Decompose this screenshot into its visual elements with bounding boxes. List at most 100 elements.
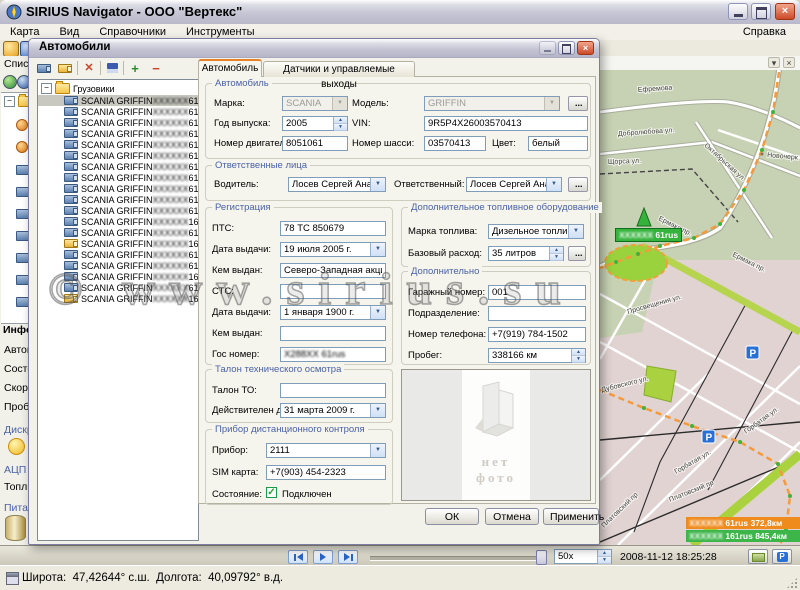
spinner-arrows-icon[interactable]: ▲▼ bbox=[571, 349, 585, 362]
chevron-down-icon[interactable]: ▼ bbox=[544, 97, 559, 110]
tree-item[interactable]: SCANIA GRIFFIN ХХХХХХ 61rus bbox=[38, 106, 198, 117]
phone-input[interactable] bbox=[488, 327, 586, 342]
ok-button[interactable]: ОК bbox=[425, 508, 479, 525]
tree-item[interactable]: SCANIA GRIFFIN ХХХХХХ 161rus bbox=[38, 238, 198, 249]
tree-item[interactable]: SCANIA GRIFFIN ХХХХХХ 61rus bbox=[38, 194, 198, 205]
valid-until-date-picker[interactable]: 31 марта 2009 г.▼ bbox=[280, 403, 386, 418]
tree-item[interactable]: SCANIA GRIFFIN ХХХХХХ 61rus bbox=[38, 139, 198, 150]
delete-icon[interactable]: ✕ bbox=[81, 61, 97, 75]
spinner-arrows-icon[interactable]: ▲▼ bbox=[597, 550, 611, 563]
division-input[interactable] bbox=[488, 306, 586, 321]
add-vehicle-icon[interactable] bbox=[58, 61, 74, 75]
inspection-ticket-input[interactable] bbox=[280, 383, 386, 398]
color-input[interactable] bbox=[528, 136, 588, 151]
timeline-slider[interactable] bbox=[370, 556, 545, 561]
save-icon[interactable] bbox=[104, 61, 120, 75]
parking-marker[interactable]: P bbox=[702, 430, 715, 444]
chevron-down-icon[interactable]: ▼ bbox=[332, 97, 347, 110]
tree-item[interactable]: SCANIA GRIFFIN ХХХХХХ 61rus bbox=[38, 95, 198, 106]
tab-sensors[interactable]: Датчики и управляемые выходы bbox=[263, 61, 415, 77]
map-panel[interactable]: P P ЕфремоваДобролюбова ул.Щорса ул.Октя… bbox=[600, 70, 800, 545]
persons-browse-button[interactable] bbox=[568, 177, 588, 192]
collapse-icon[interactable] bbox=[41, 83, 52, 94]
tab-vehicle[interactable]: Автомобиль bbox=[198, 59, 262, 77]
play-button[interactable] bbox=[313, 550, 333, 564]
sts-input[interactable] bbox=[280, 284, 386, 299]
chevron-down-icon[interactable]: ▼ bbox=[568, 225, 583, 238]
tree-item[interactable]: SCANIA GRIFFIN ХХХХХХ 61rus bbox=[38, 260, 198, 271]
plate-number-input[interactable]: Х288ХХ 61rus bbox=[280, 347, 386, 362]
add-icon[interactable]: + bbox=[127, 61, 143, 75]
dialog-maximize-button[interactable] bbox=[558, 41, 575, 55]
tree-item[interactable]: SCANIA GRIFFIN ХХХХХХ 61rus bbox=[38, 249, 198, 260]
mileage-stepper[interactable]: ▲▼ bbox=[488, 348, 586, 363]
menu-help[interactable]: Справка bbox=[743, 25, 786, 39]
chevron-down-icon[interactable]: ▼ bbox=[370, 178, 385, 191]
sim-card-input[interactable] bbox=[266, 465, 386, 480]
expand-icon[interactable] bbox=[4, 96, 15, 107]
connected-checkbox[interactable] bbox=[266, 487, 277, 498]
parking-icon-button[interactable]: P bbox=[772, 549, 792, 564]
chevron-down-icon[interactable]: ▼ bbox=[370, 404, 385, 417]
close-button[interactable]: × bbox=[775, 3, 795, 20]
dialog-close-button[interactable]: × bbox=[577, 41, 594, 55]
sts-issuer-input[interactable] bbox=[280, 326, 386, 341]
chevron-down-icon[interactable]: ▼ bbox=[370, 243, 385, 256]
cancel-button[interactable]: Отмена bbox=[485, 508, 539, 525]
chassis-number-input[interactable] bbox=[424, 136, 486, 151]
skip-back-button[interactable] bbox=[288, 550, 308, 564]
pan-tool-icon[interactable] bbox=[3, 41, 19, 57]
map-close-icon[interactable]: × bbox=[783, 57, 795, 68]
timeline-slider-thumb[interactable] bbox=[536, 550, 547, 565]
tree-item[interactable]: SCANIA GRIFFIN ХХХХХХ 61rus bbox=[38, 161, 198, 172]
model-browse-button[interactable] bbox=[568, 96, 588, 111]
sidebar-tree-root[interactable]: Грузовики bbox=[1, 93, 29, 108]
dialog-minimize-button[interactable] bbox=[539, 41, 556, 55]
tree-item[interactable]: SCANIA GRIFFIN ХХХХХХ 161rus bbox=[38, 271, 198, 282]
chevron-down-icon[interactable]: ▼ bbox=[370, 444, 385, 457]
tree-item[interactable]: SCANIA GRIFFIN ХХХХХХ 61rus bbox=[38, 282, 198, 293]
vehicle-tree[interactable]: Грузовики SCANIA GRIFFIN ХХХХХХ 61rusSCA… bbox=[37, 79, 199, 541]
pts-input[interactable] bbox=[280, 221, 386, 236]
fuel-type-select[interactable]: Дизельное топливо▼ bbox=[488, 224, 584, 239]
consumption-stepper[interactable]: ▲▼ bbox=[488, 246, 564, 261]
chevron-down-icon[interactable]: ▼ bbox=[546, 178, 561, 191]
vin-input[interactable] bbox=[424, 116, 588, 131]
playback-speed-stepper[interactable]: ▲▼ bbox=[554, 549, 612, 564]
map[interactable]: P P ЕфремоваДобролюбова ул.Щорса ул.Октя… bbox=[600, 70, 800, 545]
spinner-arrows-icon[interactable]: ▲▼ bbox=[549, 247, 563, 260]
mileage-input[interactable] bbox=[489, 349, 571, 362]
make-select[interactable]: SCANIA▼ bbox=[282, 96, 348, 111]
sidebar-vehicle-tree[interactable]: Грузовики bbox=[1, 92, 29, 324]
minimize-button[interactable] bbox=[728, 3, 748, 20]
device-select[interactable]: 2111▼ bbox=[266, 443, 386, 458]
pts-date-picker[interactable]: 19 июля 2005 г.▼ bbox=[280, 242, 386, 257]
consumption-input[interactable] bbox=[489, 247, 549, 260]
tree-item[interactable]: SCANIA GRIFFIN ХХХХХХ 61rus bbox=[38, 183, 198, 194]
consumption-browse-button[interactable] bbox=[568, 246, 586, 261]
tree-item[interactable]: SCANIA GRIFFIN ХХХХХХ 61rus bbox=[38, 172, 198, 183]
sts-date-picker[interactable]: 1 января 1900 г.▼ bbox=[280, 305, 386, 320]
tree-item[interactable]: SCANIA GRIFFIN ХХХХХХ 61rus bbox=[38, 227, 198, 238]
map-collapse-icon[interactable]: ▾ bbox=[768, 57, 780, 68]
resize-grip[interactable] bbox=[786, 577, 798, 589]
globe-icon[interactable] bbox=[3, 75, 17, 89]
tree-item[interactable]: SCANIA GRIFFIN ХХХХХХ 161rus bbox=[38, 293, 198, 304]
pts-issuer-input[interactable] bbox=[280, 263, 386, 278]
tree-root[interactable]: Грузовики bbox=[38, 80, 198, 95]
engine-number-input[interactable] bbox=[282, 136, 348, 151]
model-select[interactable]: GRIFFIN▼ bbox=[424, 96, 560, 111]
garage-number-input[interactable] bbox=[488, 285, 586, 300]
vehicle-list-icon[interactable] bbox=[37, 61, 53, 75]
restore-button[interactable] bbox=[751, 3, 771, 20]
tree-item[interactable]: SCANIA GRIFFIN ХХХХХХ 161rus bbox=[38, 216, 198, 227]
tree-item[interactable]: SCANIA GRIFFIN ХХХХХХ 61rus bbox=[38, 150, 198, 161]
year-input[interactable] bbox=[283, 117, 333, 130]
vehicle-map-label[interactable]: ХХХХХХ 61rus bbox=[615, 228, 682, 242]
remove-icon[interactable]: − bbox=[148, 61, 164, 75]
year-stepper[interactable]: ▲▼ bbox=[282, 116, 348, 131]
skip-forward-button[interactable] bbox=[338, 550, 358, 564]
tree-item[interactable]: SCANIA GRIFFIN ХХХХХХ 61rus bbox=[38, 128, 198, 139]
parking-marker[interactable]: P bbox=[746, 346, 759, 360]
chevron-down-icon[interactable]: ▼ bbox=[370, 306, 385, 319]
